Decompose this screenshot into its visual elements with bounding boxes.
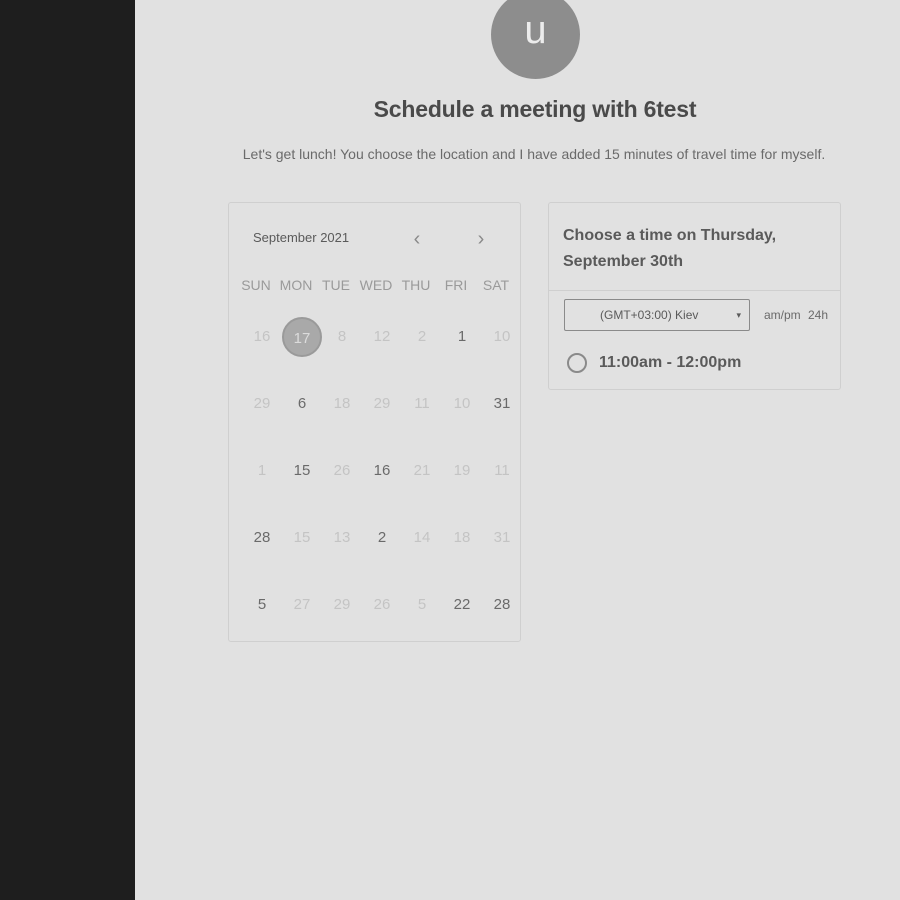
- page-title: Schedule a meeting with 6test: [373, 96, 697, 122]
- calendar-day: 10: [493, 328, 511, 345]
- calendar-day: 8: [337, 328, 347, 345]
- weekday-label: WED: [359, 277, 393, 293]
- calendar-day: 11: [414, 395, 430, 412]
- chevron-right-icon[interactable]: ›: [471, 227, 491, 251]
- calendar-day: 29: [373, 395, 391, 412]
- calendar-day: 5: [417, 596, 427, 613]
- calendar-day[interactable]: 28: [482, 585, 520, 625]
- radio-button[interactable]: [567, 353, 587, 373]
- weekday-label: SUN: [241, 277, 271, 293]
- calendar-day: 2: [417, 328, 427, 345]
- calendar-card: September 2021 ‹ › SUN MON TUE WED THU F…: [228, 202, 521, 642]
- calendar-day[interactable]: 5: [242, 585, 282, 625]
- page-subtitle: Let's get lunch! You choose the location…: [242, 146, 826, 162]
- time-slot-label: 11:00am - 12:00pm: [599, 354, 742, 371]
- calendar-day: 29: [253, 395, 271, 412]
- format-24h-toggle[interactable]: 24h: [808, 308, 828, 322]
- weekday-label: FRI: [444, 277, 468, 293]
- calendar-day: 27: [293, 596, 311, 613]
- calendar-month-label: September 2021: [253, 230, 350, 245]
- sidebar: [0, 0, 135, 900]
- timezone-value: (GMT+03:00) Kiev: [600, 308, 699, 322]
- calendar-day[interactable]: 16: [362, 451, 402, 491]
- divider: [549, 290, 840, 291]
- calendar-day: 15: [293, 529, 311, 546]
- calendar-day: 13: [333, 529, 351, 546]
- calendar-week-row: 16 17 8 12 2 1 10: [242, 315, 520, 382]
- calendar-day: 26: [333, 462, 351, 479]
- weekday-label: SAT: [482, 277, 510, 293]
- weekday-label: TUE: [322, 277, 350, 293]
- calendar-week-row: 29 6 18 29 11 10 31: [242, 382, 520, 449]
- time-picker-card: Choose a time on Thursday, September 30t…: [548, 202, 841, 390]
- time-picker-heading: Choose a time on Thursday, September 30t…: [563, 227, 777, 270]
- caret-down-icon: ▾: [736, 310, 741, 320]
- calendar-day[interactable]: 2: [362, 518, 402, 558]
- calendar-day: 18: [333, 395, 351, 412]
- format-12h-toggle[interactable]: am/pm: [764, 308, 801, 322]
- calendar-day[interactable]: 31: [482, 384, 520, 424]
- calendar-week-row: 1 15 26 16 21 19 11: [242, 449, 520, 516]
- calendar-day: 26: [373, 596, 391, 613]
- calendar-day[interactable]: 6: [282, 384, 322, 424]
- calendar-week-row: 5 27 29 26 5 22 28: [242, 583, 520, 641]
- calendar-day: 12: [373, 328, 391, 345]
- calendar-day[interactable]: 17: [282, 317, 322, 357]
- calendar-grid: 16 17 8 12 2 1 10 29 6 18 29 11 10 31 1 15 26 16 21 19 11 28 1…: [242, 315, 520, 641]
- calendar-day[interactable]: 28: [242, 518, 282, 558]
- timezone-select[interactable]: (GMT+03:00) Kiev ▾: [564, 299, 750, 331]
- calendar-day: 10: [453, 395, 471, 412]
- calendar-day[interactable]: 15: [282, 451, 322, 491]
- chevron-left-icon[interactable]: ‹: [407, 227, 427, 251]
- calendar-weekday-header: SUN MON TUE WED THU FRI SAT: [236, 277, 516, 293]
- calendar-day[interactable]: 22: [442, 585, 482, 625]
- calendar-day: 1: [257, 462, 267, 479]
- calendar-day: 18: [453, 529, 471, 546]
- calendar-day: 29: [333, 596, 351, 613]
- calendar-day: 21: [413, 462, 431, 479]
- avatar-initial: u: [524, 8, 547, 52]
- calendar-day: 19: [453, 462, 471, 479]
- calendar-day: 14: [413, 529, 431, 546]
- calendar-week-row: 28 15 13 2 14 18 31: [242, 516, 520, 583]
- calendar-day: 31: [493, 529, 511, 546]
- calendar-day[interactable]: 1: [442, 317, 482, 357]
- weekday-label: MON: [279, 277, 313, 293]
- calendar-day: 11: [494, 462, 510, 479]
- calendar-day: 16: [253, 328, 271, 345]
- weekday-label: THU: [401, 277, 431, 293]
